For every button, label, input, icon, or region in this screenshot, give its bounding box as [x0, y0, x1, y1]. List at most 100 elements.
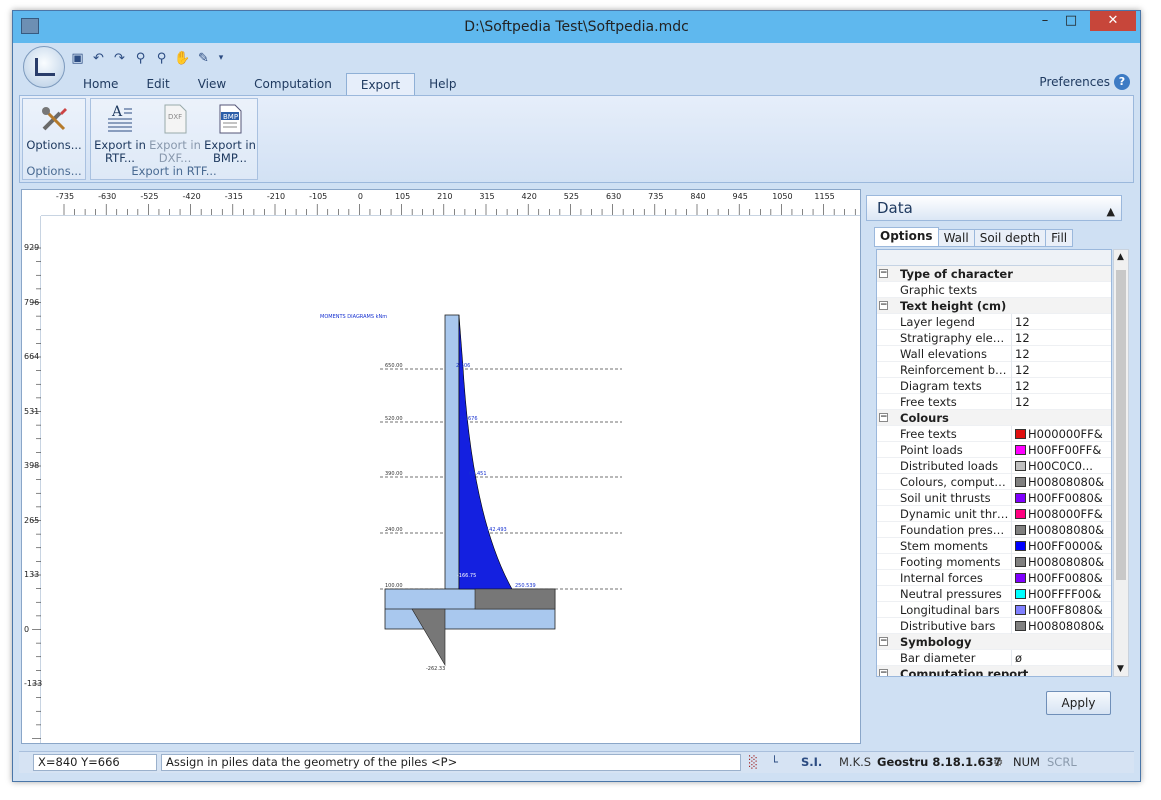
tab-computation[interactable]: Computation — [240, 73, 346, 95]
scroll-thumb[interactable] — [1116, 270, 1126, 580]
toe-moment-diagram — [411, 608, 446, 667]
tab-fill[interactable]: Fill — [1045, 229, 1074, 247]
property-row[interactable]: Distributed loads H00C0C0... — [877, 458, 1111, 474]
units-si[interactable]: S.I. — [801, 755, 822, 769]
pan-icon[interactable]: ✋ — [174, 50, 191, 67]
tab-home[interactable]: Home — [69, 73, 132, 95]
property-value[interactable]: H00FF8080& — [1011, 602, 1111, 618]
property-row[interactable]: Diagram texts 12 — [877, 378, 1111, 394]
property-row[interactable]: Stratigraphy elevati...12 — [877, 330, 1111, 346]
property-value[interactable]: H00FFFF00& — [1011, 586, 1111, 602]
property-grid-scrollbar[interactable]: ▲ ▼ — [1113, 249, 1129, 677]
property-row[interactable]: Layer legend 12 — [877, 314, 1111, 330]
property-value[interactable]: H00FF0000& — [1011, 538, 1111, 554]
options-button[interactable]: Options... — [25, 101, 83, 152]
moment-diagram-canvas[interactable]: MOMENTS DIAGRAMS kNm 650.00 520.00 390.0… — [42, 217, 860, 743]
scroll-up-icon[interactable]: ▲ — [1117, 252, 1124, 262]
property-category[interactable]: − Colours — [877, 410, 1111, 426]
num-lock-indicator: NUM — [1013, 755, 1040, 769]
property-value[interactable]: H00808080& — [1011, 522, 1111, 538]
coordinates-readout: X=840 Y=666 — [33, 754, 157, 771]
tab-view[interactable]: View — [184, 73, 240, 95]
close-button[interactable]: ✕ — [1090, 11, 1136, 31]
help-icon[interactable]: ? — [1114, 74, 1130, 90]
tab-export[interactable]: Export — [345, 73, 416, 97]
preferences-link[interactable]: Preferences — [1039, 75, 1110, 89]
redo-icon[interactable]: ↷ — [111, 50, 128, 67]
property-grid[interactable]: − Type of character Graphic texts − Text hei… — [876, 249, 1112, 677]
options-group-label: Options... — [26, 164, 82, 178]
export-dxf-button[interactable]: DXF Export in DXF... — [149, 101, 201, 165]
zoom-in-icon[interactable]: ⚲ — [132, 50, 149, 67]
property-category[interactable]: − Type of character — [877, 266, 1111, 282]
property-category[interactable]: − Computation report — [877, 666, 1111, 676]
property-row[interactable]: Internal forces H00FF0080& — [877, 570, 1111, 586]
property-row[interactable]: Longitudinal bars H00FF8080& — [877, 602, 1111, 618]
apply-button[interactable]: Apply — [1046, 691, 1111, 715]
tab-options[interactable]: Options — [874, 227, 939, 247]
window-title: D:\Softpedia Test\Softpedia.mdc — [464, 19, 689, 35]
paint-icon[interactable]: ✎ — [195, 50, 212, 67]
zoom-out-icon[interactable]: ⚲ — [153, 50, 170, 67]
minimize-button[interactable]: – — [1032, 11, 1058, 31]
property-row[interactable]: Distributive bars H00808080& — [877, 618, 1111, 634]
property-value[interactable]: H00808080& — [1011, 474, 1111, 490]
property-row[interactable]: Reinforcement bars...12 — [877, 362, 1111, 378]
customize-qat-icon[interactable]: ▾ — [216, 50, 226, 67]
property-value[interactable]: H008000FF& — [1011, 506, 1111, 522]
collapse-icon[interactable]: − — [879, 637, 888, 646]
property-row[interactable]: Wall elevations 12 — [877, 346, 1111, 362]
property-value[interactable]: 12 — [1011, 330, 1111, 346]
property-value[interactable]: H00C0C0... — [1011, 458, 1111, 474]
collapse-icon[interactable]: − — [879, 269, 888, 278]
property-row[interactable]: Point loads H00FF00FF& — [877, 442, 1111, 458]
property-value[interactable]: ø — [1011, 650, 1111, 666]
property-value[interactable]: H00FF00FF& — [1011, 442, 1111, 458]
undo-icon[interactable]: ↶ — [90, 50, 107, 67]
export-rtf-button[interactable]: A Export in RTF... — [93, 101, 147, 165]
maximize-button[interactable]: □ — [1058, 11, 1084, 31]
property-value[interactable]: 12 — [1011, 314, 1111, 330]
property-value[interactable]: H00808080& — [1011, 554, 1111, 570]
tab-help[interactable]: Help — [415, 73, 470, 95]
property-row[interactable]: Colours, computatio...H00808080& — [877, 474, 1111, 490]
collapse-icon[interactable]: − — [879, 669, 888, 676]
save-icon[interactable]: ▣ — [69, 50, 86, 67]
property-row[interactable]: Neutral pressures H00FFFF00& — [877, 586, 1111, 602]
property-row[interactable]: Dynamic unit thrusts H008000FF& — [877, 506, 1111, 522]
property-value[interactable]: 12 — [1011, 378, 1111, 394]
property-row[interactable]: Bar diameter ø — [877, 650, 1111, 666]
property-value[interactable]: H00FF0080& — [1011, 570, 1111, 586]
export-bmp-button[interactable]: BMP Export in BMP... — [203, 101, 257, 165]
collapse-icon[interactable]: − — [879, 413, 888, 422]
property-row[interactable]: Soil unit thrusts H00FF0080& — [877, 490, 1111, 506]
property-label: Colours, computatio... — [900, 475, 1010, 489]
property-category[interactable]: − Text height (cm) — [877, 298, 1111, 314]
property-value[interactable]: 12 — [1011, 394, 1111, 410]
property-category[interactable]: − Symbology — [877, 634, 1111, 650]
collapse-icon[interactable]: − — [879, 301, 888, 310]
property-row[interactable]: Free texts 12 — [877, 394, 1111, 410]
color-swatch — [1015, 621, 1026, 631]
property-value[interactable]: 12 — [1011, 346, 1111, 362]
application-menu-button[interactable] — [23, 46, 65, 88]
property-value[interactable]: H000000FF& — [1011, 426, 1111, 442]
dxf-file-icon: DXF — [159, 103, 191, 135]
property-row[interactable]: Footing moments H00808080& — [877, 554, 1111, 570]
scroll-down-icon[interactable]: ▼ — [1117, 664, 1124, 674]
property-value[interactable]: H00FF0080& — [1011, 490, 1111, 506]
scroll-lock-indicator: SCRL — [1047, 755, 1077, 769]
property-row[interactable]: Foundation pressuresH00808080& — [877, 522, 1111, 538]
data-panel: Data ▲ Options Wall Soil depth Fill − Type… — [866, 195, 1132, 743]
tab-soil-depth[interactable]: Soil depth — [973, 229, 1047, 247]
drawing-area[interactable]: -735 -630 -525 -420 -315 -210 -105 0 105 210 315 42… — [21, 189, 861, 744]
tab-edit[interactable]: Edit — [132, 73, 183, 95]
pin-icon[interactable]: ▲ — [1107, 200, 1115, 224]
property-row[interactable]: Stem moments H00FF0000& — [877, 538, 1111, 554]
property-value[interactable]: H00808080& — [1011, 618, 1111, 634]
units-mks[interactable]: M.K.S — [839, 755, 871, 769]
property-row[interactable]: Graphic texts — [877, 282, 1111, 298]
property-value[interactable]: 12 — [1011, 362, 1111, 378]
tab-wall[interactable]: Wall — [937, 229, 975, 247]
property-row[interactable]: Free texts H000000FF& — [877, 426, 1111, 442]
